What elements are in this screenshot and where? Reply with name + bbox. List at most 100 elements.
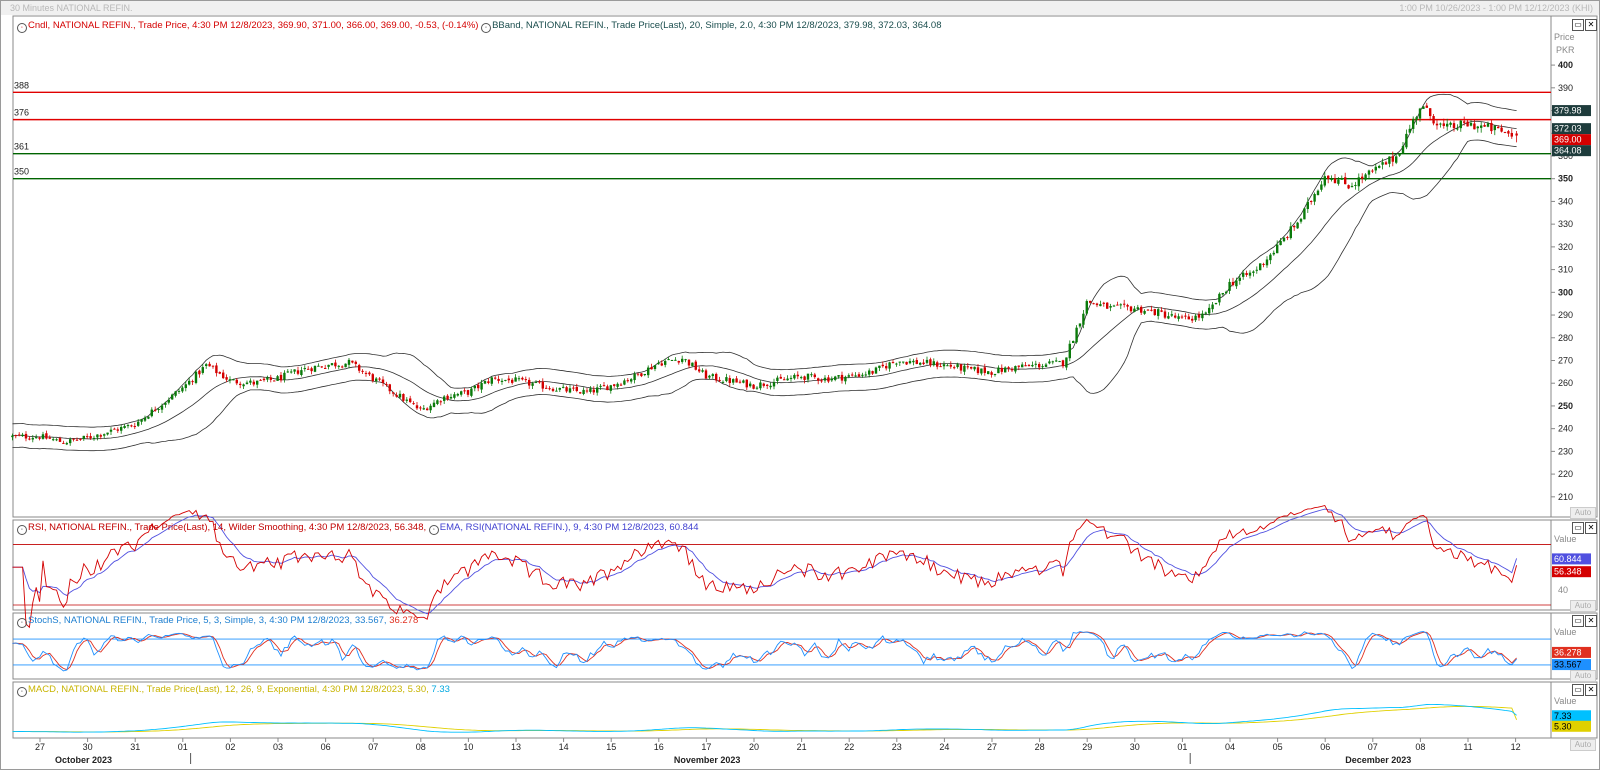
candle-body [765,384,769,386]
candle-body [779,376,782,379]
macd-panel-maximize-button[interactable]: ▭ [1572,684,1584,696]
candle-body [582,389,585,394]
candle-body [1153,309,1156,316]
candle-body [1398,154,1401,156]
candle-body [1003,367,1007,373]
price-tick-label: 300 [1558,287,1573,297]
candle-body [816,378,820,381]
macd-series-icon[interactable]: ◦ [17,687,27,697]
macd-panel-close-button[interactable]: ✕ [1585,684,1597,696]
candle-body [470,388,473,396]
candle-body [1391,156,1394,162]
candle-body [1320,184,1323,190]
candle-body [1449,122,1452,125]
candle-body [487,381,490,384]
candle-series-icon[interactable]: ◦ [17,23,27,33]
candle-body [55,439,58,441]
candle-body [459,391,463,395]
price-tag-label: 364.08 [1554,146,1582,156]
candle-body [1490,122,1493,132]
candle-body [1279,240,1282,246]
candle-body [1313,194,1316,202]
candle-body [466,390,470,395]
price-auto-scale-button[interactable]: Auto [1570,507,1596,519]
candle-body [633,373,636,381]
ema-series-icon[interactable]: ◦ [428,525,439,535]
candle-body [1102,302,1105,304]
candle-body [204,364,208,367]
candle-body [1360,176,1364,179]
candle-body [1048,361,1051,364]
macd-axis-header: Value [1554,696,1577,706]
candle-body [878,365,881,368]
price-tick-label: 340 [1558,196,1573,206]
candle-body [565,387,568,392]
candle-body [983,367,986,373]
candle-body [272,380,276,382]
candle-body [1167,316,1170,319]
candle-body [1337,179,1340,184]
chart-canvas[interactable]: 2102202302402502602702802903003103203303… [1,1,1599,769]
candle-body [194,371,198,383]
candle-body [1061,360,1065,367]
candle-body [1218,293,1221,303]
stoch-panel-maximize-button[interactable]: ▭ [1572,615,1584,627]
stoch-auto-scale-button[interactable]: Auto [1570,670,1596,682]
candle-body [585,390,589,392]
candle-body [181,387,184,392]
x-tick-label: 31 [130,742,140,752]
rsi-panel-maximize-button[interactable]: ▭ [1572,522,1584,534]
candle-body [113,428,116,430]
price-tick-label: 280 [1558,333,1573,343]
price-axis-currency: PKR [1556,45,1575,55]
candle-body [1330,179,1333,181]
candle-body [881,364,884,367]
candle-body [561,386,565,388]
candle-body [510,379,514,383]
candle-body [11,435,14,438]
candle-body [619,384,623,386]
rsi-panel-close-button[interactable]: ✕ [1585,522,1597,534]
candle-body [531,383,534,386]
price-panel-close-button[interactable]: ✕ [1585,19,1597,31]
candle-body [674,359,677,361]
candle-body [334,362,337,367]
candle-body [595,387,599,393]
candle-body [1394,156,1398,163]
candle-body [1231,281,1235,286]
candle-body [973,366,976,370]
price-panel-maximize-button[interactable]: ▭ [1572,19,1584,31]
x-tick-label: 08 [1415,742,1425,752]
candle-body [1374,166,1377,171]
candle-body [929,359,932,366]
candle-body [782,379,786,381]
candle-body [762,383,765,386]
candle-body [748,383,752,387]
candle-body [170,394,174,400]
candle-body [606,386,609,391]
candle-body [1354,184,1357,186]
candle-body [344,363,347,368]
candle-body [1146,309,1150,311]
candle-body [221,372,225,379]
candle-body [925,359,929,363]
rsi-auto-scale-button[interactable]: Auto [1570,600,1596,612]
candle-body [1095,303,1099,306]
candle-body [969,366,973,369]
stoch-series-icon[interactable]: ◦ [17,618,27,628]
candle-body [1082,313,1085,325]
candle-body [436,400,439,404]
rsi-series-icon[interactable]: ◦ [17,525,27,535]
candle-body [1116,304,1119,306]
candle-body [218,372,221,374]
bband-series-icon[interactable]: ◦ [481,23,492,33]
candle-body [1309,201,1313,203]
macd-auto-scale-button[interactable]: Auto [1570,739,1596,751]
stoch-panel-close-button[interactable]: ✕ [1585,615,1597,627]
candle-body [1000,367,1003,372]
candle-body [1139,306,1143,313]
candle-body [1184,315,1187,317]
candle-body [395,394,398,397]
price-tag-label: 369.00 [1554,135,1582,145]
candle-body [986,371,990,375]
